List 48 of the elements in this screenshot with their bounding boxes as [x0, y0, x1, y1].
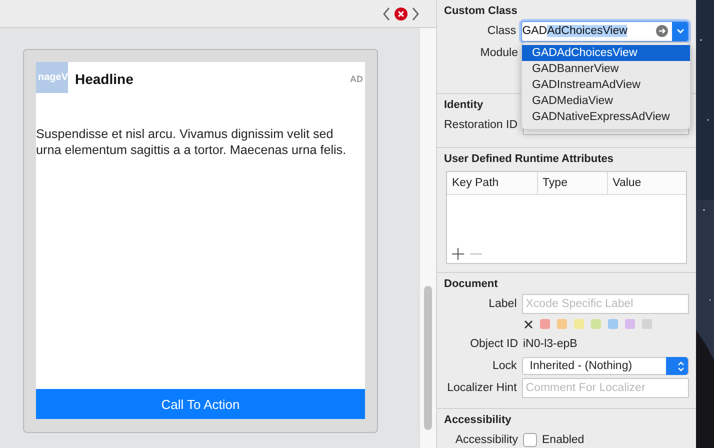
- field-label: Class: [486, 25, 516, 37]
- color-swatch[interactable]: [540, 319, 550, 329]
- field-label: Accessibility: [454, 434, 518, 446]
- color-swatch[interactable]: [591, 319, 601, 329]
- menu-item[interactable]: GADAdChoicesView: [522, 45, 690, 61]
- label-field[interactable]: Xcode Specific Label: [522, 294, 689, 314]
- color-swatch[interactable]: [574, 319, 584, 329]
- section-title: Identity: [444, 98, 484, 113]
- scrollbar[interactable]: [419, 28, 436, 448]
- section-title: Document: [444, 277, 498, 292]
- column-header[interactable]: Type: [538, 172, 608, 194]
- image-view-label: nageV: [38, 72, 68, 83]
- class-combo-field[interactable]: GADAdChoicesView: [521, 20, 689, 42]
- field-label: Object ID: [469, 338, 518, 350]
- section-title: Accessibility: [444, 413, 512, 428]
- stepper-arrows-icon[interactable]: [676, 360, 684, 372]
- forward-icon[interactable]: [411, 6, 420, 22]
- field-label: Lock: [491, 360, 517, 372]
- lock-popup-button[interactable]: Inherited - (Nothing): [522, 357, 689, 375]
- object-id-value: iN0-l3-epB: [523, 338, 578, 350]
- headline-label: Headline: [75, 71, 134, 87]
- color-swatch[interactable]: [625, 319, 635, 329]
- menu-item[interactable]: GADMediaView: [522, 93, 690, 109]
- menu-item[interactable]: GADInstreamAdView: [522, 77, 690, 93]
- ad-label: AD: [350, 74, 363, 84]
- field-label: Restoration ID: [444, 119, 518, 131]
- menu-item[interactable]: GADNativeExpressAdView: [522, 109, 690, 125]
- go-arrow-icon[interactable]: [656, 25, 668, 37]
- color-swatch[interactable]: [608, 319, 618, 329]
- section-title: Custom Class: [444, 4, 518, 19]
- column-header[interactable]: Key Path: [447, 172, 538, 194]
- clear-icon[interactable]: [524, 320, 533, 328]
- field-label: Module: [479, 47, 518, 59]
- field-label: Label: [488, 298, 517, 310]
- menu-item[interactable]: GADBannerView: [522, 61, 690, 77]
- section-title: User Defined Runtime Attributes: [444, 152, 614, 167]
- call-to-action-button[interactable]: Call To Action: [36, 389, 365, 419]
- column-header[interactable]: Value: [608, 172, 686, 194]
- add-icon[interactable]: [452, 248, 464, 260]
- chevron-down-icon[interactable]: [676, 28, 684, 34]
- back-icon[interactable]: [382, 6, 391, 22]
- error-icon[interactable]: [394, 6, 408, 20]
- localizer-hint-field[interactable]: Comment For Localizer: [522, 378, 689, 398]
- enabled-checkbox[interactable]: Enabled: [523, 433, 584, 447]
- color-swatch[interactable]: [557, 319, 567, 329]
- field-label: Localizer Hint: [446, 382, 517, 394]
- color-swatch[interactable]: [642, 319, 652, 329]
- body-text: Suspendisse et nisl arcu. Vivamus dignissim velit sed urna elementum sagittis a a tortor. Maecenas urna felis.: [36, 126, 348, 159]
